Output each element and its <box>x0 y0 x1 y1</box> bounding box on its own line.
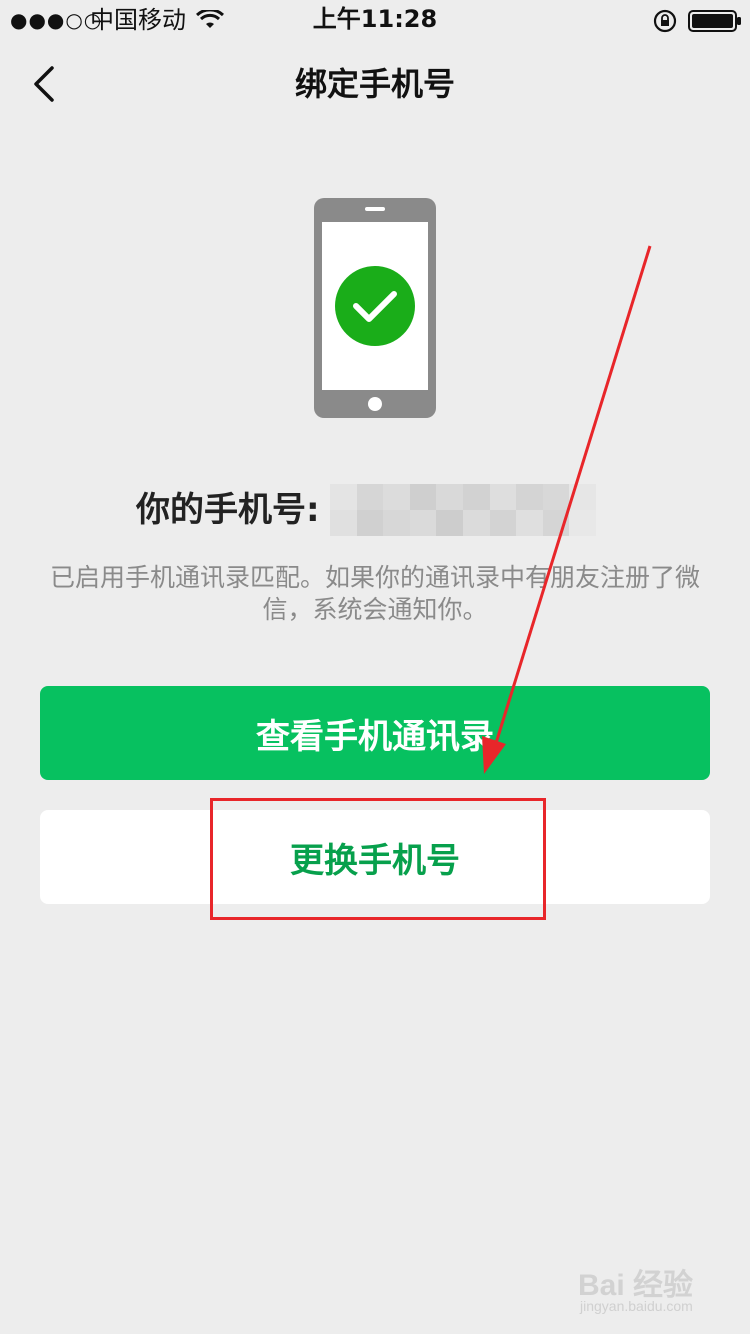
contact-matching-description: 已启用手机通讯录匹配。如果你的通讯录中有朋友注册了微信，系统会通知你。 <box>49 563 700 624</box>
status-time: 上午11:28 <box>312 5 438 33</box>
phone-checkmark-icon <box>314 198 436 418</box>
change-phone-number-button[interactable]: 更换手机号 <box>40 810 710 904</box>
view-contacts-button[interactable]: 查看手机通讯录 <box>40 686 710 780</box>
page-title: 绑定手机号 <box>294 65 455 103</box>
phone-number-row: 你的手机号: <box>0 480 750 540</box>
navigation-bar: 绑定手机号 <box>0 40 750 128</box>
watermark-url: jingyan.baidu.com <box>580 1298 693 1314</box>
battery-icon <box>688 10 741 32</box>
bind-phone-screen: ●●●○○ 中国移动 上午11:28 绑定手机号 你的手机号: 已启用手机通讯录… <box>0 0 750 1334</box>
phone-number-mosaic <box>330 484 596 536</box>
status-bar: ●●●○○ 中国移动 上午11:28 <box>0 0 750 40</box>
phone-number-label: 你的手机号: <box>136 490 320 530</box>
watermark-logo-text: Bai 经验 <box>578 1269 694 1302</box>
orientation-lock-icon <box>653 9 677 33</box>
baidu-jingyan-watermark: Bai 经验 jingyan.baidu.com <box>570 1252 740 1322</box>
